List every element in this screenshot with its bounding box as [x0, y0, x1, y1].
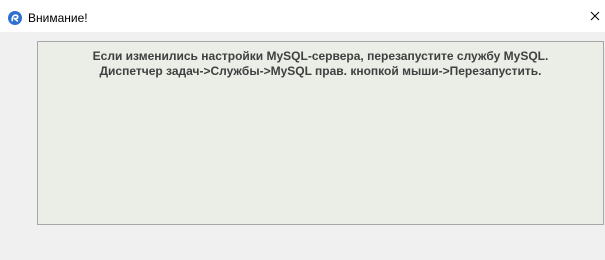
title-bar[interactable]: Внимание! [0, 0, 605, 32]
window-title: Внимание! [28, 11, 88, 25]
message-line-instructions: Диспетчер задач->Службы->MySQL прав. кно… [99, 64, 542, 78]
app-logo-icon [8, 11, 22, 25]
close-icon [590, 11, 600, 21]
close-button[interactable] [585, 5, 605, 27]
message-panel: Если изменились настройки MySQL-сервера,… [37, 41, 604, 225]
dialog-window: Внимание! Если изменились настройки MySQ… [0, 0, 605, 260]
message-line-restart: Если изменились настройки MySQL-сервера,… [92, 49, 549, 63]
